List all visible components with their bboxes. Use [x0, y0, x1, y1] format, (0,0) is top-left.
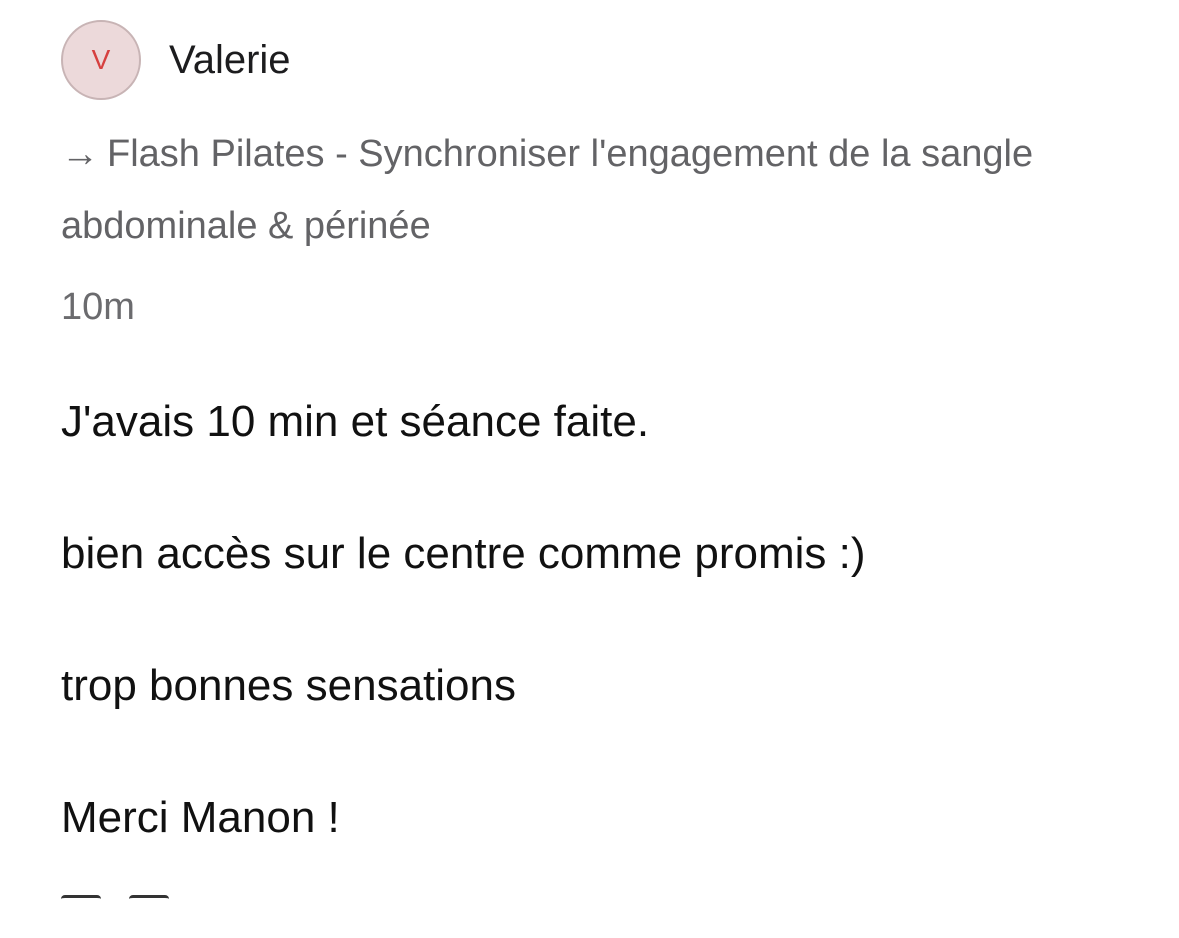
- session-duration: 10m: [61, 284, 135, 330]
- post-actions: [61, 895, 169, 938]
- message-line: J'avais 10 min et séance faite.: [61, 392, 866, 524]
- program-title: Flash Pilates - Synchroniser l'engagemen…: [61, 133, 1033, 247]
- comment-icon[interactable]: [61, 895, 101, 938]
- post-message: J'avais 10 min et séance faite. bien acc…: [61, 392, 866, 920]
- post-author[interactable]: V Valerie: [61, 20, 291, 100]
- message-line: bien accès sur le centre comme promis :): [61, 524, 866, 656]
- feed-post: V Valerie →Flash Pilates - Synchroniser …: [61, 0, 1179, 907]
- message-line: trop bonnes sensations: [61, 656, 866, 788]
- message-line: Merci Manon !: [61, 788, 866, 920]
- avatar-initial: V: [92, 44, 111, 76]
- author-name[interactable]: Valerie: [169, 40, 291, 80]
- like-icon[interactable]: [129, 895, 169, 938]
- program-link[interactable]: →Flash Pilates - Synchroniser l'engageme…: [61, 118, 1111, 262]
- avatar[interactable]: V: [61, 20, 141, 100]
- arrow-right-icon: →: [61, 133, 99, 175]
